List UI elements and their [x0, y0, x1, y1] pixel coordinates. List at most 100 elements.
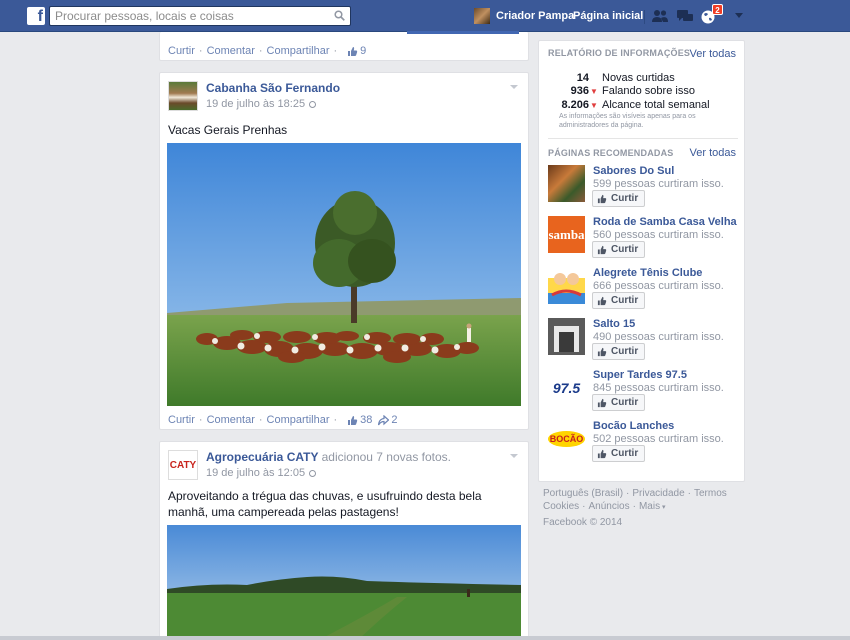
post-actions: Curtir · Comentar · Compartilhar · 38 2 — [168, 414, 398, 426]
like-count[interactable]: 9 — [347, 45, 366, 57]
page-name[interactable]: Sabores Do Sul — [593, 165, 674, 177]
top-navigation-bar: f Criador Pampa Página inicial 2 — [0, 0, 850, 32]
recommended-page: Sabores Do Sul 599 pessoas curtiram isso… — [548, 165, 740, 209]
terms-link[interactable]: Termos — [694, 488, 727, 499]
copyright: Facebook © 2014 — [543, 517, 623, 528]
page-thumbnail[interactable] — [548, 318, 585, 355]
post-timestamp[interactable]: 19 de julho às 12:05 — [206, 467, 451, 479]
more-caret-icon[interactable]: ▾ — [660, 504, 666, 511]
insight-stat[interactable]: 14 Novas curtidas — [549, 72, 739, 84]
post-options-chevron-icon[interactable] — [510, 454, 518, 458]
language-link[interactable]: Português (Brasil) — [543, 488, 623, 499]
thumbs-up-icon — [348, 415, 358, 425]
like-page-button[interactable]: Curtir — [592, 445, 646, 462]
cartoon-icon — [551, 273, 582, 297]
globe-icon — [309, 100, 317, 108]
page-footer: Português (Brasil) · Privacidade · Termos Co… — [543, 487, 743, 529]
post-activity: adicionou 7 novas fotos. — [321, 450, 452, 464]
post-author[interactable]: Agropecuária CATY — [206, 450, 318, 464]
like-page-button[interactable]: Curtir — [592, 241, 646, 258]
page-name[interactable]: Super Tardes 97.5 — [593, 369, 687, 381]
profile-name[interactable]: Criador Pampa — [496, 10, 574, 22]
like-page-button[interactable]: Curtir — [592, 343, 646, 360]
building-icon — [554, 326, 579, 352]
post-actions: Curtir · Comentar · Compartilhar · 9 — [168, 45, 367, 57]
globe-icon — [309, 469, 317, 477]
page-thumbnail[interactable] — [548, 165, 585, 202]
thumbs-up-icon — [597, 347, 607, 356]
page-name[interactable]: Bocão Lanches — [593, 420, 674, 432]
recommended-title: PÁGINAS RECOMENDADAS — [548, 148, 674, 158]
privacy-link[interactable]: Privacidade — [632, 488, 684, 499]
page-like-count: 845 pessoas curtiram isso. — [593, 382, 724, 394]
page-avatar[interactable]: CATY — [168, 450, 198, 480]
like-page-button[interactable]: Curtir — [592, 190, 646, 207]
profile-link[interactable]: Criador Pampa — [474, 8, 574, 24]
insights-see-all-link[interactable]: Ver todas — [690, 48, 736, 60]
like-count[interactable]: 38 — [347, 414, 372, 426]
recommended-page: BOCÃO Bocão Lanches 502 pessoas curtiram… — [548, 420, 740, 464]
like-link[interactable]: Curtir — [168, 45, 195, 57]
search-box[interactable] — [49, 6, 351, 26]
post-header: Cabanha São Fernando 19 de julho às 18:2… — [168, 81, 340, 111]
feed-post-partial: Curtir · Comentar · Compartilhar · 9 — [159, 31, 529, 61]
cattle-field-photo — [167, 143, 521, 406]
page-thumbnail[interactable]: BOCÃO — [548, 420, 585, 457]
more-link[interactable]: Mais — [639, 501, 660, 512]
page-name[interactable]: Alegrete Tênis Clube — [593, 267, 702, 279]
comment-link[interactable]: Comentar — [207, 414, 255, 426]
share-link[interactable]: Compartilhar — [267, 45, 330, 57]
thumbs-up-icon — [348, 46, 358, 56]
recommended-see-all-link[interactable]: Ver todas — [690, 147, 736, 159]
ads-link[interactable]: Anúncios — [588, 501, 629, 512]
page-like-count: 666 pessoas curtiram isso. — [593, 280, 724, 292]
friend-requests-icon[interactable] — [651, 8, 669, 24]
recommended-page: Alegrete Tênis Clube 666 pessoas curtira… — [548, 267, 740, 311]
like-page-button[interactable]: Curtir — [592, 292, 646, 309]
insights-note: As informações são visíveis apenas para … — [559, 113, 696, 129]
page-thumbnail[interactable]: 97.5 — [548, 369, 585, 406]
thumbs-up-icon — [597, 245, 607, 254]
post-timestamp[interactable]: 19 de julho às 18:25 — [206, 98, 340, 110]
notification-badge: 2 — [712, 4, 723, 15]
divider — [644, 10, 645, 24]
comment-link[interactable]: Comentar — [207, 45, 255, 57]
insight-stat[interactable]: 936 ▼ Falando sobre isso — [549, 85, 739, 98]
thumbs-up-icon — [597, 194, 607, 203]
recommended-page: Salto 15 490 pessoas curtiram isso. Curt… — [548, 318, 740, 362]
settings-caret-icon[interactable] — [735, 13, 743, 18]
divider — [548, 138, 738, 139]
cookies-link[interactable]: Cookies — [543, 501, 579, 512]
home-link[interactable]: Página inicial — [573, 10, 643, 22]
avatar — [474, 8, 490, 24]
page-avatar[interactable] — [168, 81, 198, 111]
page-thumbnail[interactable] — [548, 267, 585, 304]
feed-post: CATY Agropecuária CATY adicionou 7 novas… — [159, 441, 529, 640]
share-link[interactable]: Compartilhar — [267, 414, 330, 426]
down-arrow-icon: ▼ — [590, 101, 598, 110]
right-sidebar: RELATÓRIO DE INFORMAÇÕES Ver todas 14 No… — [538, 40, 745, 482]
page-thumbnail[interactable]: samba — [548, 216, 585, 253]
insight-stat[interactable]: 8.206 ▼ Alcance total semanal — [549, 99, 739, 112]
facebook-logo[interactable]: f — [27, 7, 45, 25]
post-button-edge — [407, 31, 519, 34]
search-input[interactable] — [50, 7, 325, 25]
page-like-count: 502 pessoas curtiram isso. — [593, 433, 724, 445]
like-link[interactable]: Curtir — [168, 414, 195, 426]
page-like-count: 490 pessoas curtiram isso. — [593, 331, 724, 343]
post-text: Aproveitando a trégua das chuvas, e usuf… — [168, 489, 482, 519]
window-bottom-edge — [0, 636, 850, 640]
post-photo[interactable] — [167, 143, 521, 406]
search-icon[interactable] — [334, 10, 345, 21]
messages-icon[interactable] — [676, 8, 694, 24]
feed-post: Cabanha São Fernando 19 de julho às 18:2… — [159, 72, 529, 430]
post-photo[interactable] — [167, 525, 521, 640]
page-name[interactable]: Roda de Samba Casa Velha — [593, 216, 737, 228]
insights-title: RELATÓRIO DE INFORMAÇÕES — [548, 48, 691, 58]
post-options-chevron-icon[interactable] — [510, 85, 518, 89]
like-page-button[interactable]: Curtir — [592, 394, 646, 411]
share-count[interactable]: 2 — [378, 414, 398, 426]
thumbs-up-icon — [597, 449, 607, 458]
post-author[interactable]: Cabanha São Fernando — [206, 81, 340, 96]
page-name[interactable]: Salto 15 — [593, 318, 635, 330]
